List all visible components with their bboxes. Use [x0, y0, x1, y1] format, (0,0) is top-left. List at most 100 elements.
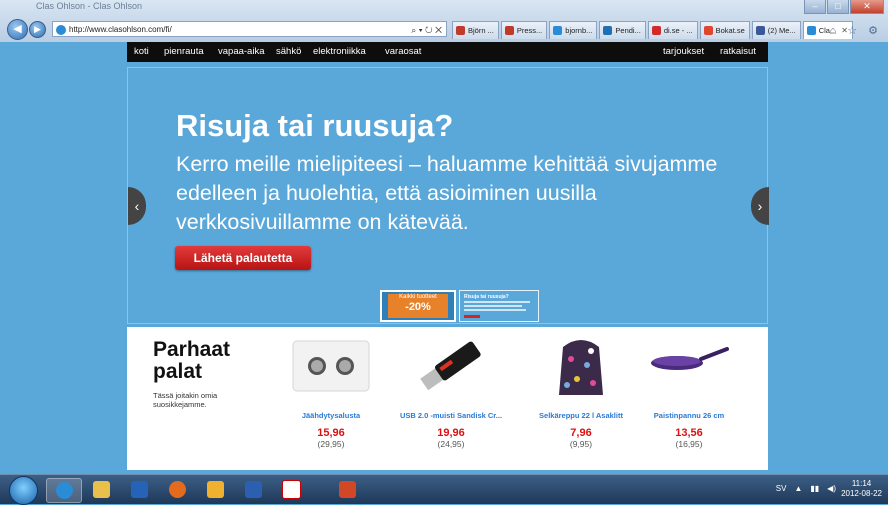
tab-favicon-icon: [806, 26, 816, 35]
taskbar-paint[interactable]: [198, 478, 232, 501]
ie-icon: [55, 482, 73, 499]
product-name[interactable]: Selkäreppu 22 l Asaklitt: [521, 411, 641, 420]
product-old-price: (24,95): [437, 439, 465, 449]
tab-favicon-icon: [703, 26, 713, 35]
tab-label: Björn ...: [468, 26, 494, 35]
hero-banner: Risuja tai ruusuja? Kerro meille mielipi…: [127, 67, 768, 324]
browser-tab[interactable]: Pendi...: [599, 21, 646, 39]
nav-sahko[interactable]: sähkö: [276, 42, 301, 62]
tab-label: Bokat.se: [715, 26, 745, 35]
nav-tarjoukset[interactable]: tarjoukset: [663, 42, 704, 62]
product-card-backpack[interactable]: Selkäreppu 22 l Asaklitt 7,96 (9,95): [521, 335, 641, 465]
nav-vapaa-aika[interactable]: vapaa-aika: [218, 42, 264, 62]
clock[interactable]: 11:14 2012-08-22: [841, 479, 882, 499]
browser-tab[interactable]: (2) Me...: [751, 21, 801, 39]
title-bar: Clas Ohlson - Clas Ohlson – □ ✕: [0, 0, 888, 14]
hero-title: Risuja tai ruusuja?: [176, 108, 454, 143]
carousel-thumbnail-feedback[interactable]: Risuja tai ruusuja?: [459, 290, 539, 322]
taskbar-media[interactable]: [122, 478, 156, 501]
taskbar-acrobat[interactable]: [274, 478, 308, 501]
browser-tab[interactable]: bjornb...: [549, 21, 598, 39]
media-player-icon: [130, 481, 148, 498]
taskbar-powerpoint[interactable]: [330, 478, 364, 501]
product-price: 13,56: [675, 427, 703, 439]
browser-chrome: Clas Ohlson - Clas Ohlson – □ ✕ ◀ ▶ http…: [0, 0, 888, 42]
thumb-line: [464, 301, 530, 303]
cooling-pad-image: [292, 340, 370, 392]
browser-tab[interactable]: Bokat.se: [699, 21, 750, 39]
product-old-price: (9,95): [569, 439, 593, 449]
product-card-cooling-pad[interactable]: Jäähdytysalusta 15,96 (29,95): [271, 335, 391, 465]
browser-tab[interactable]: di.se - ...: [647, 21, 698, 39]
nav-elektroniikka[interactable]: elektroniikka: [313, 42, 366, 62]
tab-strip: Björn ... Press... bjornb... Pendi... di.se …: [452, 21, 853, 39]
navigation-row: ◀ ▶ http://www.clasohlson.com/fi/ ⌕ ▾ ↻ …: [0, 15, 888, 41]
firefox-icon: [168, 481, 186, 498]
taskbar-word[interactable]: [236, 478, 270, 501]
address-tools-icons[interactable]: ⌕ ▾ ↻ ✕: [411, 22, 442, 38]
back-button[interactable]: ◀: [7, 19, 28, 40]
tab-favicon-icon: [504, 26, 514, 35]
language-indicator[interactable]: SV: [776, 484, 787, 493]
maximize-button[interactable]: □: [827, 0, 849, 14]
site-navigation: koti pienrauta vapaa-aika sähkö elektron…: [127, 42, 768, 62]
product-name[interactable]: Jäähdytysalusta: [271, 411, 391, 420]
clock-date: 2012-08-22: [841, 489, 882, 498]
folder-icon: [92, 481, 110, 498]
section-title: Parhaat palat: [153, 338, 231, 383]
sale-stamp: Kaikki tuotteet -20%: [388, 294, 448, 318]
tab-favicon-icon: [553, 26, 563, 35]
product-price: 15,96: [317, 427, 345, 439]
minimize-button[interactable]: –: [804, 0, 826, 14]
windows-taskbar: SV ▲ ▮▮ ◀) 11:14 2012-08-22: [0, 474, 888, 505]
nav-ratkaisut[interactable]: ratkaisut: [720, 42, 756, 62]
nav-varaosat[interactable]: varaosat: [385, 42, 421, 62]
product-card-frying-pan[interactable]: Paistinpannu 26 cm 13,56 (16,95): [629, 335, 749, 465]
system-tray: SV ▲ ▮▮ ◀): [776, 484, 836, 493]
window-title: Clas Ohlson - Clas Ohlson: [36, 1, 143, 11]
home-favorites-tools-icons[interactable]: ⌂ ☆ ⚙: [830, 24, 882, 37]
taskbar-firefox[interactable]: [160, 478, 194, 501]
tray-arrow-icon[interactable]: ▲: [794, 484, 802, 493]
window-controls: – □ ✕: [804, 0, 884, 14]
product-price: 7,96: [570, 427, 592, 439]
thumb-line: [464, 305, 522, 307]
powerpoint-icon: [338, 481, 356, 498]
carousel-thumbnail-sale[interactable]: Kaikki tuotteet -20%: [380, 290, 456, 322]
thumb-button: [464, 315, 480, 318]
tab-label: bjornb...: [565, 26, 593, 35]
best-picks-section: Parhaat palat Tässä joitakin omia suosik…: [127, 327, 768, 470]
browser-tab[interactable]: Press...: [500, 21, 548, 39]
tab-favicon-icon: [755, 26, 765, 35]
tab-label: (2) Me...: [767, 26, 796, 35]
word-icon: [244, 481, 262, 498]
backpack-image: [559, 340, 603, 395]
send-feedback-button[interactable]: Lähetä palautetta: [175, 246, 311, 270]
tab-label: di.se - ...: [663, 26, 693, 35]
ie-page-icon: [56, 25, 66, 35]
taskbar-ie[interactable]: [46, 478, 82, 503]
product-old-price: (16,95): [675, 439, 703, 449]
sale-stamp-text: Kaikki tuotteet: [399, 294, 437, 300]
forward-button[interactable]: ▶: [29, 21, 46, 38]
thumb-line: [464, 309, 526, 311]
product-card-usb-stick[interactable]: USB 2.0 -muisti Sandisk Cr... 19,96 (24,…: [391, 335, 511, 465]
product-name[interactable]: Paistinpannu 26 cm: [629, 411, 749, 420]
close-window-button[interactable]: ✕: [850, 0, 884, 14]
tab-favicon-icon: [456, 26, 465, 35]
signal-icon[interactable]: ▮▮: [810, 484, 819, 493]
product-name[interactable]: USB 2.0 -muisti Sandisk Cr...: [391, 411, 511, 420]
section-subtitle: Tässä joitakin omia suosikkejamme.: [153, 391, 218, 409]
paint-icon: [206, 481, 224, 498]
address-bar[interactable]: http://www.clasohlson.com/fi/ ⌕ ▾ ↻ ✕: [52, 21, 447, 37]
nav-koti[interactable]: koti: [134, 42, 149, 62]
browser-tab[interactable]: Björn ...: [452, 21, 499, 39]
clock-time: 11:14: [851, 479, 872, 488]
product-price: 19,96: [437, 427, 465, 439]
usb-stick-image: [420, 341, 481, 391]
address-url: http://www.clasohlson.com/fi/: [69, 25, 172, 34]
nav-pienrauta[interactable]: pienrauta: [164, 42, 204, 62]
taskbar-explorer[interactable]: [84, 478, 118, 501]
start-button[interactable]: [9, 476, 38, 505]
volume-icon[interactable]: ◀): [827, 484, 836, 493]
